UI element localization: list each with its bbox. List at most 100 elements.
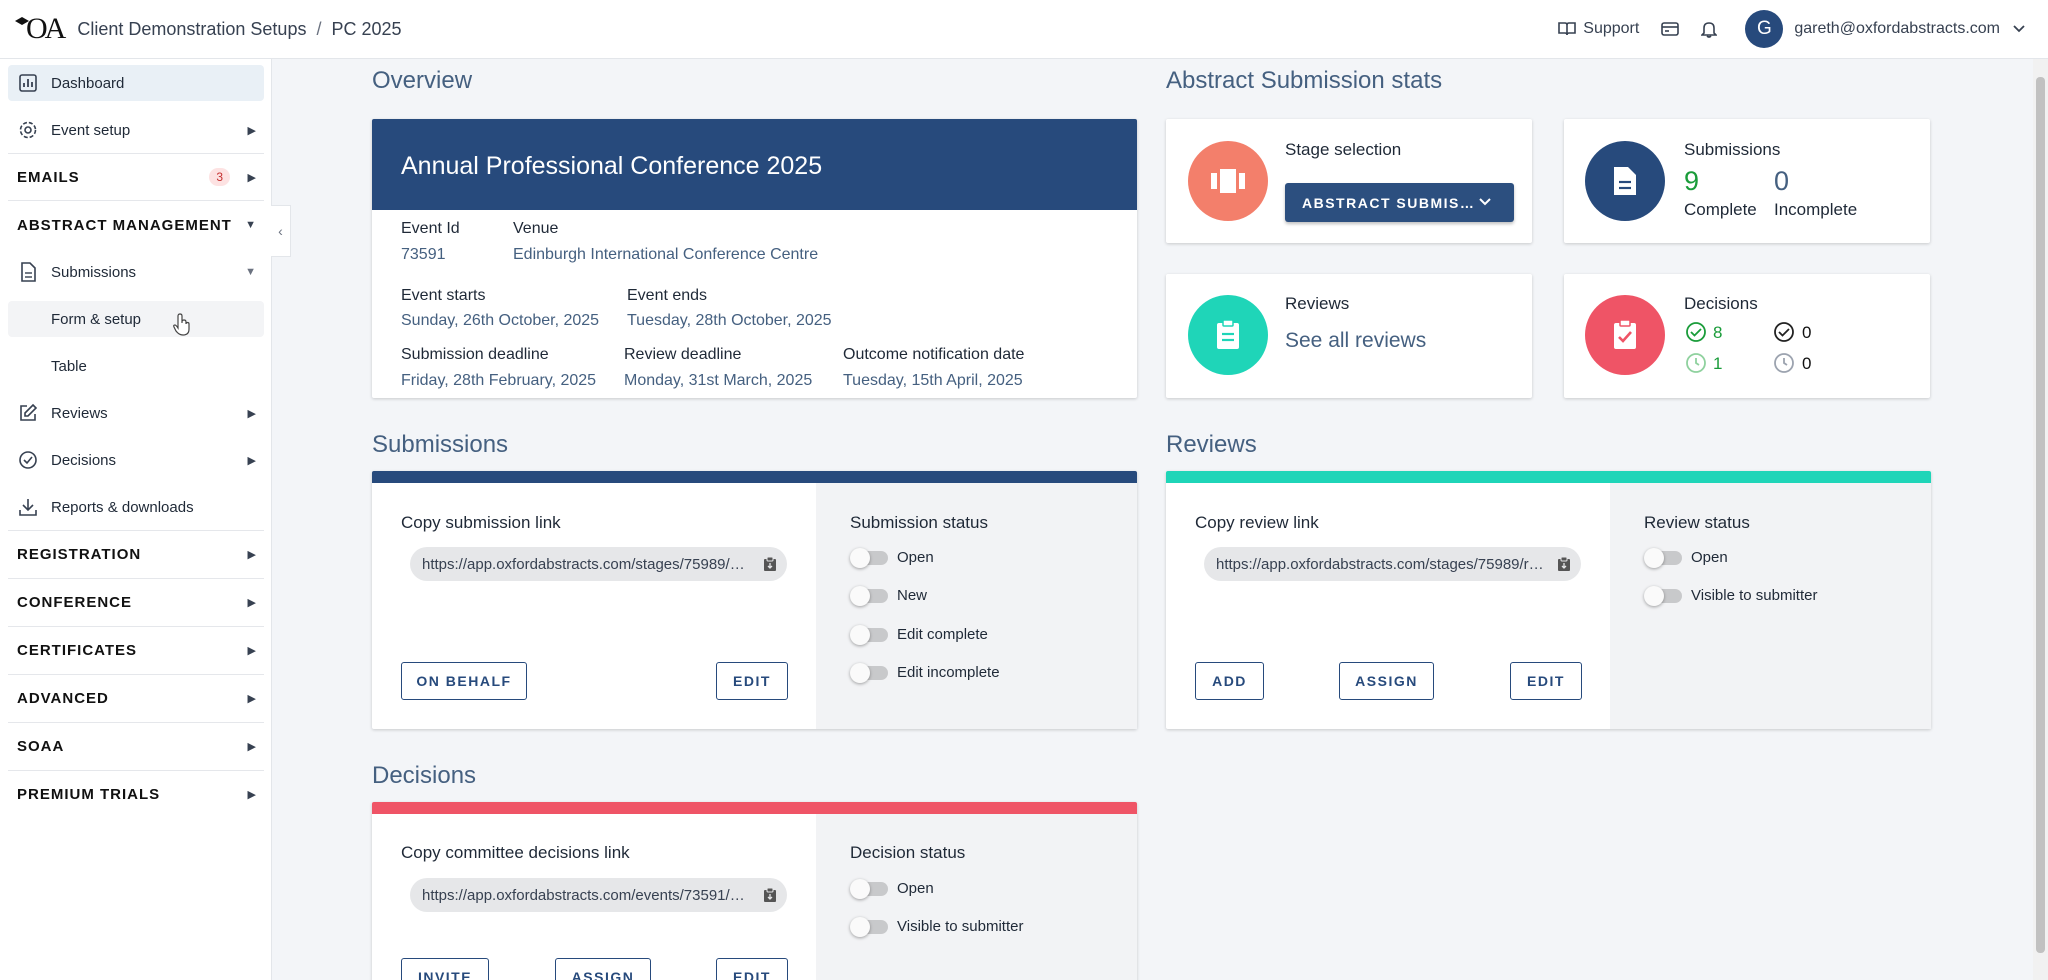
sidebar-item-form-setup[interactable]: Form & setup xyxy=(8,301,264,337)
review-deadline-label: Review deadline xyxy=(624,346,742,363)
sidebar-section-emails[interactable]: EMAILS 3 ▶ xyxy=(8,159,264,195)
waiting-clock-icon xyxy=(1774,353,1794,373)
decision-visible-toggle[interactable] xyxy=(850,917,888,937)
divider xyxy=(8,674,264,675)
sidebar-section-conference[interactable]: CONFERENCE ▶ xyxy=(8,584,264,620)
outcome-date-value: Tuesday, 15th April, 2025 xyxy=(843,372,1023,389)
assign-decisions-button[interactable]: ASSIGN xyxy=(555,958,651,980)
user-email[interactable]: gareth@oxfordabstracts.com xyxy=(1794,20,2000,38)
caret-right-icon: ▶ xyxy=(247,692,256,705)
billing-icon[interactable] xyxy=(1661,22,1680,36)
sidebar-section-label: PREMIUM TRIALS xyxy=(17,785,161,803)
sidebar-item-reports[interactable]: Reports & downloads xyxy=(8,489,264,525)
edit-decisions-button[interactable]: EDIT xyxy=(716,958,788,980)
support-link[interactable]: Support xyxy=(1557,20,1639,38)
stage-select-value: ABSTRACT SUBMIS… xyxy=(1302,194,1476,211)
sidebar-item-dashboard[interactable]: Dashboard xyxy=(8,65,264,101)
on-behalf-button[interactable]: ON BEHALF xyxy=(401,662,527,700)
sidebar-item-label: Dashboard xyxy=(51,74,125,92)
submissions-section-title: Submissions xyxy=(372,431,509,458)
submissions-icon-circle xyxy=(1585,141,1665,221)
sidebar-item-label: Submissions xyxy=(51,263,137,281)
toggle-label: Edit complete xyxy=(897,626,988,643)
chevron-down-icon[interactable] xyxy=(2012,24,2026,34)
submission-link-pill[interactable]: https://app.oxfordabstracts.com/stages/7… xyxy=(410,547,787,581)
toggle-label: Edit incomplete xyxy=(897,664,1000,681)
chevron-left-icon: ‹ xyxy=(278,223,283,239)
sidebar-item-table[interactable]: Table xyxy=(8,348,264,384)
clipboard-icon xyxy=(1217,319,1239,349)
gear-icon xyxy=(18,120,38,140)
sidebar-section-advanced[interactable]: ADVANCED ▶ xyxy=(8,680,264,716)
download-icon xyxy=(18,497,38,517)
event-name: Annual Professional Conference 2025 xyxy=(401,152,823,180)
caret-right-icon: ▶ xyxy=(247,548,256,561)
submission-new-toggle[interactable] xyxy=(850,586,888,606)
sidebar-section-premium-trials[interactable]: PREMIUM TRIALS ▶ xyxy=(8,776,264,812)
breadcrumb-event[interactable]: PC 2025 xyxy=(331,19,401,40)
decisions-section-title: Decisions xyxy=(372,762,477,789)
submission-open-toggle[interactable] xyxy=(850,548,888,568)
caret-right-icon: ▶ xyxy=(247,788,256,801)
sidebar-section-registration[interactable]: REGISTRATION ▶ xyxy=(8,536,264,572)
edit-submission-button[interactable]: EDIT xyxy=(716,662,788,700)
review-visible-toggle[interactable] xyxy=(1644,586,1682,606)
decision-open-toggle[interactable] xyxy=(850,879,888,899)
add-reviewer-button[interactable]: ADD xyxy=(1195,662,1264,700)
submission-edit-incomplete-toggle[interactable] xyxy=(850,663,888,683)
review-deadline-value: Monday, 31st March, 2025 xyxy=(624,372,813,389)
sidebar-collapse-button[interactable]: ‹ xyxy=(271,205,291,257)
caret-right-icon: ▶ xyxy=(247,596,256,609)
breadcrumb-organisation[interactable]: Client Demonstration Setups xyxy=(77,19,306,40)
event-starts-label: Event starts xyxy=(401,287,486,304)
avatar[interactable]: G xyxy=(1745,10,1784,48)
invite-committee-button[interactable]: INVITE xyxy=(401,958,489,980)
copy-clipboard-icon xyxy=(1558,556,1570,571)
stats-title: Abstract Submission stats xyxy=(1166,67,1443,94)
sidebar-section-soaa[interactable]: SOAA ▶ xyxy=(8,728,264,764)
scrollbar-thumb[interactable] xyxy=(2036,77,2045,953)
sidebar-section-label: REGISTRATION xyxy=(17,545,142,563)
decisions-link-pill[interactable]: https://app.oxfordabstracts.com/events/7… xyxy=(410,878,787,912)
divider xyxy=(8,578,264,579)
oxford-abstracts-logo[interactable]: OA xyxy=(14,14,66,44)
completed-check-icon xyxy=(1774,322,1794,342)
edit-reviews-button[interactable]: EDIT xyxy=(1510,662,1582,700)
caret-right-icon: ▶ xyxy=(247,171,256,184)
incomplete-count: 0 xyxy=(1774,166,1790,196)
submission-link-text: https://app.oxfordabstracts.com/stages/7… xyxy=(422,555,752,573)
submission-edit-complete-toggle[interactable] xyxy=(850,625,888,645)
review-open-toggle[interactable] xyxy=(1644,548,1682,568)
review-link-pill[interactable]: https://app.oxfordabstracts.com/stages/7… xyxy=(1204,547,1581,581)
book-icon xyxy=(1558,22,1577,36)
sidebar-section-label: EMAILS xyxy=(17,168,80,186)
sidebar: Dashboard Event setup ▶ EMAILS 3 ▶ ABSTR… xyxy=(0,59,272,980)
complete-count: 9 xyxy=(1684,166,1700,196)
sidebar-item-decisions[interactable]: Decisions ▶ xyxy=(8,442,264,478)
caret-right-icon: ▶ xyxy=(247,407,256,420)
caret-right-icon: ▶ xyxy=(247,454,256,467)
decisions-stat-label: Decisions xyxy=(1684,294,1758,313)
decisions-pending-count: 1 xyxy=(1713,354,1723,373)
event-ends-label: Event ends xyxy=(627,287,708,304)
pending-clock-icon xyxy=(1686,353,1706,373)
hand-cursor-icon xyxy=(172,313,192,342)
caret-right-icon: ▶ xyxy=(247,644,256,657)
page-scrollbar[interactable] xyxy=(2033,59,2048,980)
sidebar-section-certificates[interactable]: CERTIFICATES ▶ xyxy=(8,632,264,668)
event-id-label: Event Id xyxy=(401,220,460,237)
submission-deadline-value: Friday, 28th February, 2025 xyxy=(401,372,597,389)
reviews-stat-label: Reviews xyxy=(1285,294,1350,313)
assign-reviews-button[interactable]: ASSIGN xyxy=(1339,662,1434,700)
sidebar-item-event-setup[interactable]: Event setup ▶ xyxy=(8,112,264,148)
sidebar-item-label: Table xyxy=(51,357,87,375)
sidebar-section-label: ABSTRACT MANAGEMENT xyxy=(17,216,232,234)
see-all-reviews-link[interactable]: See all reviews xyxy=(1285,329,1426,353)
sidebar-item-reviews[interactable]: Reviews ▶ xyxy=(8,395,264,431)
stage-select-dropdown[interactable]: ABSTRACT SUBMIS… xyxy=(1285,183,1514,222)
divider xyxy=(8,770,264,771)
notification-bell-icon[interactable] xyxy=(1701,20,1718,38)
sidebar-item-submissions[interactable]: Submissions ▼ xyxy=(8,254,264,290)
sidebar-section-abstract-management[interactable]: ABSTRACT MANAGEMENT ▼ xyxy=(8,207,264,243)
toggle-label: Open xyxy=(897,549,934,566)
